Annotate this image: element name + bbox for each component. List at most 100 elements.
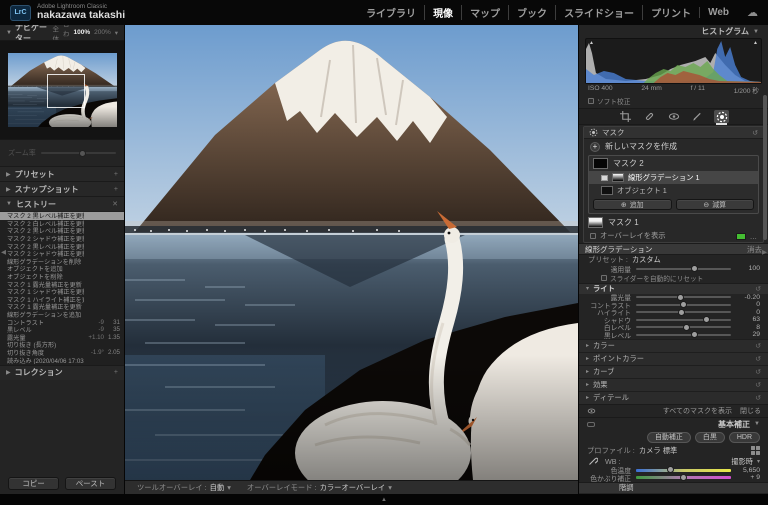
history-item[interactable]: マスク 2 シャドウ補正を更新 <box>0 235 124 243</box>
zoom-100-option[interactable]: 100% <box>73 29 90 36</box>
slider-knob[interactable] <box>691 331 698 338</box>
zoom-other-option[interactable]: 200% <box>94 29 111 36</box>
slider-track[interactable] <box>636 326 731 328</box>
module-tab[interactable]: Web <box>699 7 737 18</box>
auto-reset-checkbox[interactable] <box>601 275 607 281</box>
close-masks-button[interactable]: 閉じる <box>740 406 761 416</box>
red-eye-tool-icon[interactable] <box>666 110 681 123</box>
overlay-options-icon[interactable]: … <box>750 232 757 241</box>
zoom-menu-icon[interactable]: ▾ <box>115 29 118 37</box>
wb-value[interactable]: 撮影時 <box>731 457 753 467</box>
mask-group-collapsed[interactable]: ▸ カーブ ↺ <box>579 365 768 378</box>
temp-slider-knob[interactable] <box>667 466 674 473</box>
soft-proof-checkbox[interactable] <box>588 98 594 104</box>
tool-overlay-value[interactable]: 自動 <box>210 483 225 493</box>
navigator-zoom-rect[interactable] <box>47 74 85 109</box>
linear-gradient-1-row[interactable]: 線形グラデーション 1 <box>589 171 758 184</box>
copy-button[interactable]: コピー <box>8 477 59 490</box>
history-item[interactable]: マスク 1 シャドウ補正を更新 <box>0 288 124 296</box>
history-item[interactable]: マスク 2 黒レベル補正を更新 <box>0 212 124 220</box>
reset-group-icon[interactable]: ↺ <box>755 381 761 389</box>
history-item[interactable]: マスク 2 黒レベル補正を更新 <box>0 242 124 250</box>
reset-group-icon[interactable]: ↺ <box>755 368 761 376</box>
slider-track[interactable] <box>636 304 731 306</box>
zoom-slider[interactable] <box>41 152 116 154</box>
presets-section[interactable]: ▶ プリセット + <box>0 166 124 181</box>
history-item[interactable]: コントラスト -9 31 <box>0 318 124 326</box>
history-item[interactable]: 切り抜き角度 -1.9° 2.05 <box>0 349 124 357</box>
left-panel-collapse-icon[interactable]: ◀ <box>1 248 6 256</box>
reset-group-icon[interactable]: ↺ <box>755 394 761 402</box>
navigator-header[interactable]: ▼ ナビゲーター 全体 合わせ 100% 200% ▾ <box>0 25 124 40</box>
temp-slider[interactable] <box>636 469 731 472</box>
reset-group-icon[interactable]: ↺ <box>755 342 761 350</box>
mask-group-collapsed[interactable]: ▸ ディテール ↺ <box>579 391 768 404</box>
zoom-slider-knob[interactable] <box>79 150 86 157</box>
module-tab[interactable]: プリント <box>642 5 699 20</box>
history-item[interactable]: 線形グラデーションを削除 <box>0 258 124 266</box>
masking-tool-icon[interactable] <box>714 110 729 123</box>
slider-knob[interactable] <box>678 309 685 316</box>
filmstrip-collapsed-bar[interactable]: ▲ <box>0 494 768 505</box>
histogram-header[interactable]: ヒストグラム ▼ <box>579 25 768 38</box>
clear-mask-button[interactable]: 消去 <box>747 244 762 255</box>
history-item[interactable]: マスク 1 ハイライト補正を更新 <box>0 296 124 304</box>
add-to-mask-button[interactable]: ⊕ 追加 <box>593 199 672 210</box>
history-item[interactable]: 露光量 +1.10 1.35 <box>0 334 124 342</box>
chevron-down-icon[interactable]: ▾ <box>227 483 231 492</box>
show-all-masks-toggle[interactable]: すべてのマスクを表示 <box>663 406 732 416</box>
history-section[interactable]: ▼ ヒストリー ✕ <box>0 196 124 211</box>
slider-track[interactable] <box>636 319 731 321</box>
history-item[interactable]: マスク 1 露光量補正を更新 <box>0 280 124 288</box>
history-item[interactable]: マスク 1 露光量補正を更新 <box>0 303 124 311</box>
slider-track[interactable] <box>636 296 731 298</box>
history-item[interactable]: 切り抜き (長方形) <box>0 341 124 349</box>
reset-group-icon[interactable]: ↺ <box>755 355 761 363</box>
auto-tone-button[interactable]: 自動補正 <box>647 432 691 443</box>
history-item[interactable]: オブジェクトを削除 <box>0 273 124 281</box>
history-item[interactable]: 読み込み (2020/04/06 17:03:03) <box>0 356 124 364</box>
right-panel-collapse-icon[interactable]: ▶ <box>762 248 767 256</box>
slider-track[interactable] <box>636 334 731 336</box>
shadow-clipping-icon[interactable]: ▲ <box>589 40 594 46</box>
profile-value[interactable]: カメラ 標準 <box>639 446 678 456</box>
healing-tool-icon[interactable] <box>642 110 657 123</box>
history-item[interactable]: 黒レベル -9 35 <box>0 326 124 334</box>
chevron-down-icon[interactable]: ▾ <box>388 483 392 492</box>
clear-history-icon[interactable]: ✕ <box>112 200 118 208</box>
reset-group-icon[interactable]: ↺ <box>755 285 761 293</box>
mask-group-collapsed[interactable]: ▸ 効果 ↺ <box>579 378 768 391</box>
brush-tool-icon[interactable] <box>690 110 705 123</box>
histogram[interactable]: ▲ ▲ <box>585 38 762 84</box>
subtract-from-mask-button[interactable]: ⊖ 減算 <box>676 199 755 210</box>
preset-value[interactable]: カスタム <box>632 255 661 265</box>
module-tab[interactable]: ブック <box>508 5 555 20</box>
black-white-button[interactable]: 白黒 <box>695 432 725 443</box>
module-tab[interactable]: スライドショー <box>555 5 642 20</box>
history-item[interactable]: マスク 2 黒レベル補正を更新 <box>0 227 124 235</box>
cloud-sync-icon[interactable]: ☁ <box>747 6 758 19</box>
mask-1-row[interactable]: マスク 1 <box>584 215 763 230</box>
slider-knob[interactable] <box>677 294 684 301</box>
basic-panel-header[interactable]: 基本補正 ▼ <box>579 417 768 431</box>
add-preset-icon[interactable]: + <box>114 171 118 178</box>
module-tab[interactable]: 現像 <box>424 5 461 20</box>
slider-knob[interactable] <box>703 316 710 323</box>
show-overlay-checkbox[interactable] <box>590 233 596 239</box>
reset-masks-icon[interactable]: ↺ <box>752 129 758 137</box>
profile-browser-icon[interactable] <box>751 446 760 455</box>
history-item[interactable]: マスク 2 白レベル補正を更新 <box>0 220 124 228</box>
tint-slider-knob[interactable] <box>680 474 687 481</box>
module-tab[interactable]: ライブラリ <box>358 5 424 20</box>
mask-group-collapsed[interactable]: ▸ ポイントカラー ↺ <box>579 352 768 365</box>
mask-group-collapsed[interactable]: ▸ カラー ↺ <box>579 339 768 352</box>
amount-slider[interactable] <box>636 268 731 270</box>
chevron-down-icon[interactable]: ▾ <box>757 458 760 465</box>
crop-tool-icon[interactable] <box>618 110 633 123</box>
overlay-color-swatch[interactable] <box>736 233 746 240</box>
mask-2-row[interactable]: マスク 2 <box>589 156 758 171</box>
add-snapshot-icon[interactable]: + <box>114 186 118 193</box>
panel-switch-icon[interactable] <box>587 422 595 427</box>
object-1-row[interactable]: オブジェクト 1 <box>589 184 758 197</box>
highlight-clipping-icon[interactable]: ▲ <box>753 40 758 46</box>
